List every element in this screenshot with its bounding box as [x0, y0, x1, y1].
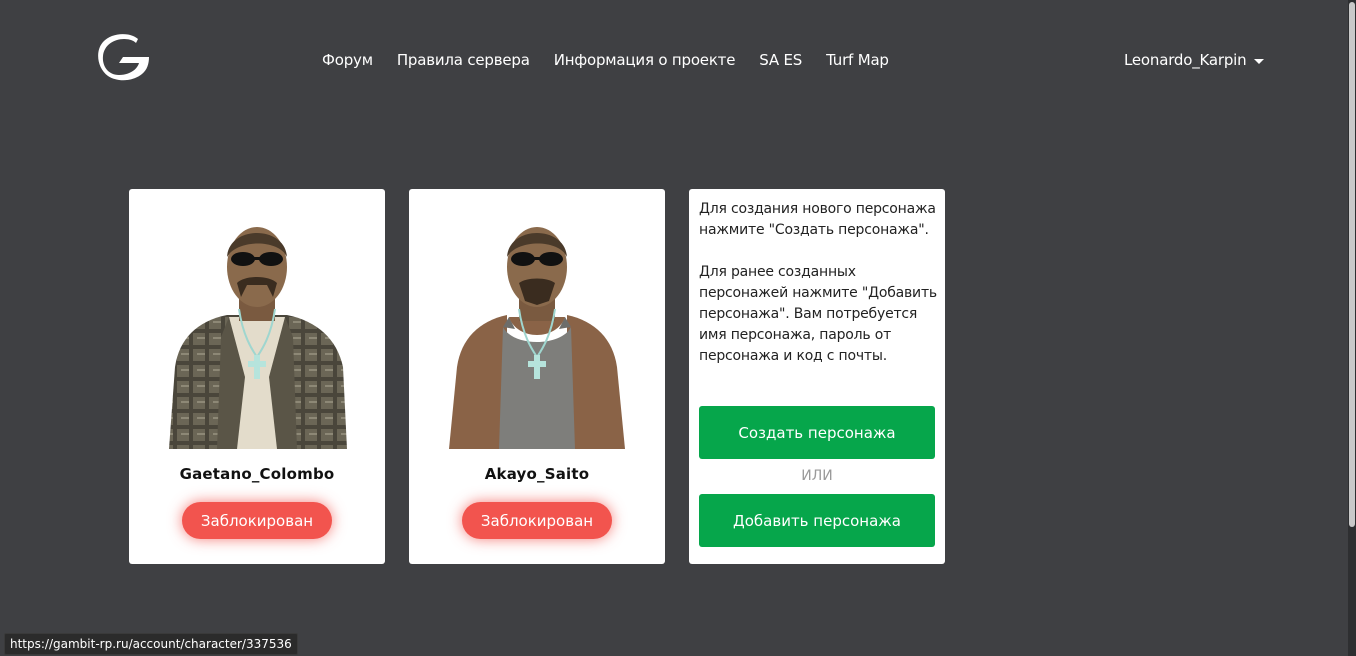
- add-character-button[interactable]: Добавить персонажа: [699, 494, 935, 547]
- character-card: Gaetano_Colombo Заблокирован: [129, 189, 385, 564]
- character-card: Akayo_Saito Заблокирован: [409, 189, 665, 564]
- gambit-logo-icon[interactable]: [92, 30, 150, 84]
- user-name[interactable]: Leonardo_Karpin: [1124, 48, 1247, 72]
- scrollbar[interactable]: [1348, 0, 1356, 656]
- create-instructions: Для создания нового персонажа нажмите "С…: [699, 201, 936, 238]
- scrollbar-thumb[interactable]: [1349, 2, 1355, 527]
- character-name: Gaetano_Colombo: [179, 465, 335, 483]
- nav-project-info[interactable]: Информация о проекте: [554, 48, 736, 72]
- blocked-status-button[interactable]: Заблокирован: [462, 502, 612, 539]
- create-character-button[interactable]: Создать персонажа: [699, 406, 935, 459]
- blocked-status-button[interactable]: Заблокирован: [182, 502, 332, 539]
- nav-forum[interactable]: Форум: [322, 48, 373, 72]
- main-nav: Форум Правила сервера Информация о проек…: [322, 48, 889, 72]
- character-avatar[interactable]: [437, 217, 637, 452]
- info-text: Для создания нового персонажа нажмите "С…: [699, 199, 939, 388]
- nav-sa-es[interactable]: SA ES: [759, 48, 802, 72]
- link-status-bar: https://gambit-rp.ru/account/character/3…: [4, 633, 298, 655]
- character-avatar[interactable]: [157, 217, 357, 452]
- user-menu[interactable]: Leonardo_Karpin: [1124, 48, 1265, 72]
- add-character-panel: Для создания нового персонажа нажмите "С…: [689, 189, 945, 564]
- add-instructions: Для ранее созданных персонажей нажмите "…: [699, 264, 937, 364]
- caret-down-icon[interactable]: [1254, 59, 1265, 64]
- nav-server-rules[interactable]: Правила сервера: [397, 48, 530, 72]
- nav-turf-map[interactable]: Turf Map: [826, 48, 889, 72]
- page: Форум Правила сервера Информация о проек…: [0, 0, 1356, 656]
- character-name: Akayo_Saito: [484, 465, 590, 483]
- or-divider: ИЛИ: [801, 468, 833, 484]
